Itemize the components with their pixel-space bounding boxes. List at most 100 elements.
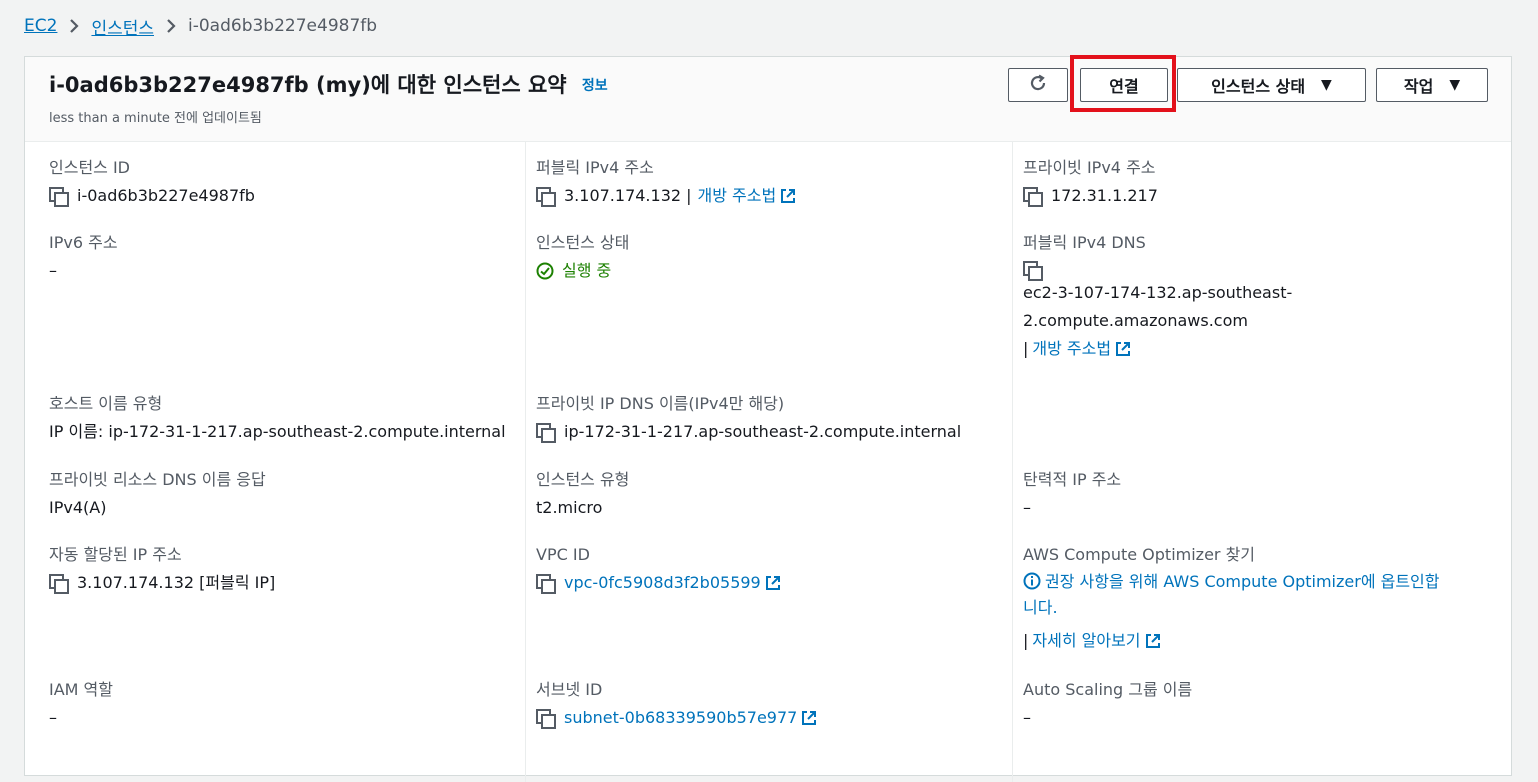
panel-header: i-0ad6b3b227e4987fb (my)에 대한 인스턴스 요약 정보 … bbox=[25, 55, 1511, 142]
copy-icon[interactable] bbox=[1023, 261, 1043, 281]
public-dns-link-row: | 개방 주소법 bbox=[1023, 335, 1493, 363]
field-vpc: VPC ID vpc-0fc5908d3f2b05599 bbox=[536, 545, 1006, 594]
separator-bar: | bbox=[1023, 631, 1029, 650]
iam-role-value: – bbox=[49, 708, 57, 727]
private-ipv4-label: 프라이빗 IPv4 주소 bbox=[1023, 158, 1156, 177]
external-link-icon bbox=[781, 189, 796, 203]
page-title: i-0ad6b3b227e4987fb (my)에 대한 인스턴스 요약 정보 bbox=[49, 69, 608, 99]
breadcrumb: EC2 인스턴스 i-0ad6b3b227e4987fb bbox=[24, 12, 377, 40]
vpc-label: VPC ID bbox=[536, 545, 590, 564]
instance-type-value: t2.micro bbox=[536, 498, 603, 517]
auto-ip-value: 3.107.174.132 [퍼블릭 IP] bbox=[77, 573, 276, 592]
instance-state-dropdown-label: 인스턴스 상태 bbox=[1211, 77, 1306, 96]
instance-id-value: i-0ad6b3b227e4987fb bbox=[77, 186, 255, 205]
details-grid: 인스턴스 ID i-0ad6b3b227e4987fb 퍼블릭 IPv4 주소 … bbox=[25, 142, 1511, 782]
hostname-type-label: 호스트 이름 유형 bbox=[49, 394, 163, 413]
copy-icon[interactable] bbox=[536, 423, 556, 443]
field-instance-state: 인스턴스 상태 실행 중 bbox=[536, 233, 1006, 281]
optimizer-text-a: 권장 사항을 위해 bbox=[1045, 572, 1164, 591]
subnet-row: subnet-0b68339590b57e977 bbox=[536, 708, 1006, 729]
copy-icon[interactable] bbox=[536, 187, 556, 207]
caret-down-icon: ▼ bbox=[1449, 77, 1461, 93]
copy-icon[interactable] bbox=[536, 709, 556, 729]
column-divider bbox=[1012, 142, 1013, 782]
public-dns-label: 퍼블릭 IPv4 DNS bbox=[1023, 233, 1146, 252]
copy-icon[interactable] bbox=[49, 187, 69, 207]
public-dns-line2: 2.compute.amazonaws.com bbox=[1023, 311, 1248, 330]
info-link[interactable]: 정보 bbox=[582, 78, 608, 94]
public-ipv4-value: 3.107.174.132 | bbox=[564, 186, 692, 205]
copy-icon[interactable] bbox=[49, 574, 69, 594]
learn-more-row: | 자세히 알아보기 bbox=[1023, 627, 1493, 655]
public-dns-open-address-link[interactable]: 개방 주소법 bbox=[1032, 335, 1111, 363]
external-link-icon bbox=[1145, 634, 1160, 648]
optimizer-text: 권장 사항을 위해 AWS Compute Optimizer에 옵트인합 니다… bbox=[1023, 569, 1493, 621]
field-hostname-type: 호스트 이름 유형 IP 이름: ip-172-31-1-217.ap-sout… bbox=[49, 394, 519, 442]
actions-dropdown[interactable]: 작업 ▼ bbox=[1376, 68, 1488, 102]
vpc-link[interactable]: vpc-0fc5908d3f2b05599 bbox=[564, 573, 761, 593]
field-public-ipv4: 퍼블릭 IPv4 주소 3.107.174.132 | 개방 주소법 bbox=[536, 158, 1006, 207]
external-link-icon bbox=[765, 576, 780, 590]
instance-state-value: 실행 중 bbox=[562, 261, 612, 280]
resource-dns-label: 프라이빗 리소스 DNS 이름 응답 bbox=[49, 470, 266, 489]
check-circle-icon bbox=[536, 262, 554, 280]
instance-state-label: 인스턴스 상태 bbox=[536, 233, 630, 252]
chevron-right-icon bbox=[69, 18, 79, 34]
instance-id-row: i-0ad6b3b227e4987fb bbox=[49, 186, 519, 207]
copy-icon[interactable] bbox=[536, 574, 556, 594]
field-auto-ip: 자동 할당된 IP 주소 3.107.174.132 [퍼블릭 IP] bbox=[49, 545, 519, 594]
vpc-row: vpc-0fc5908d3f2b05599 bbox=[536, 573, 1006, 594]
iam-role-label: IAM 역할 bbox=[49, 680, 113, 699]
refresh-button[interactable] bbox=[1008, 68, 1068, 102]
asg-label: Auto Scaling 그룹 이름 bbox=[1023, 680, 1193, 699]
field-compute-optimizer: AWS Compute Optimizer 찾기 권장 사항을 위해 AWS C… bbox=[1023, 545, 1493, 655]
field-resource-dns: 프라이빗 리소스 DNS 이름 응답 IPv4(A) bbox=[49, 470, 519, 518]
open-address-link[interactable]: 개방 주소법 bbox=[698, 186, 777, 206]
elastic-ip-value: – bbox=[1023, 498, 1031, 517]
private-ipv4-value: 172.31.1.217 bbox=[1051, 186, 1158, 205]
actions-dropdown-label: 작업 bbox=[1403, 77, 1434, 96]
breadcrumb-ec2[interactable]: EC2 bbox=[24, 16, 57, 36]
public-ipv4-label: 퍼블릭 IPv4 주소 bbox=[536, 158, 654, 177]
subnet-label: 서브넷 ID bbox=[536, 680, 603, 699]
public-ipv4-row: 3.107.174.132 | 개방 주소법 bbox=[536, 186, 1006, 207]
auto-ip-label: 자동 할당된 IP 주소 bbox=[49, 545, 182, 564]
page-title-text: i-0ad6b3b227e4987fb (my)에 대한 인스턴스 요약 bbox=[49, 73, 567, 97]
field-subnet: 서브넷 ID subnet-0b68339590b57e977 bbox=[536, 680, 1006, 729]
separator-bar: | bbox=[1023, 339, 1029, 358]
field-instance-id: 인스턴스 ID i-0ad6b3b227e4987fb bbox=[49, 158, 519, 207]
breadcrumb-current: i-0ad6b3b227e4987fb bbox=[188, 16, 378, 36]
instance-summary-panel: i-0ad6b3b227e4987fb (my)에 대한 인스턴스 요약 정보 … bbox=[24, 55, 1512, 782]
instance-type-label: 인스턴스 유형 bbox=[536, 470, 630, 489]
external-link-icon bbox=[802, 711, 817, 725]
copy-icon[interactable] bbox=[1023, 187, 1043, 207]
subnet-link[interactable]: subnet-0b68339590b57e977 bbox=[564, 708, 797, 728]
optimizer-label: AWS Compute Optimizer 찾기 bbox=[1023, 545, 1256, 564]
column-divider bbox=[525, 142, 526, 782]
private-dns-row: ip-172-31-1-217.ap-southeast-2.compute.i… bbox=[536, 422, 1006, 443]
breadcrumb-instances[interactable]: 인스턴스 bbox=[91, 14, 154, 39]
field-private-dns: 프라이빗 IP DNS 이름(IPv4만 해당) ip-172-31-1-217… bbox=[536, 394, 1006, 443]
info-icon bbox=[1023, 572, 1041, 590]
ipv6-label: IPv6 주소 bbox=[49, 233, 118, 252]
caret-down-icon: ▼ bbox=[1321, 77, 1332, 93]
connect-button[interactable]: 연결 bbox=[1080, 68, 1168, 102]
chevron-right-icon bbox=[166, 18, 176, 34]
field-asg: Auto Scaling 그룹 이름 – bbox=[1023, 680, 1493, 728]
public-dns-value: ec2-3-107-174-132.ap-southeast- 2.comput… bbox=[1023, 279, 1493, 363]
optimizer-text-b: 에 옵트인합 bbox=[1360, 572, 1440, 591]
field-instance-type: 인스턴스 유형 t2.micro bbox=[536, 470, 1006, 518]
auto-ip-row: 3.107.174.132 [퍼블릭 IP] bbox=[49, 573, 519, 594]
field-ipv6: IPv6 주소 – bbox=[49, 233, 519, 281]
field-private-ipv4: 프라이빗 IPv4 주소 172.31.1.217 bbox=[1023, 158, 1493, 207]
resource-dns-value: IPv4(A) bbox=[49, 498, 107, 517]
hostname-type-value: IP 이름: ip-172-31-1-217.ap-southeast-2.co… bbox=[49, 422, 506, 441]
instance-state-row: 실행 중 bbox=[536, 261, 1006, 281]
instance-id-label: 인스턴스 ID bbox=[49, 158, 131, 177]
learn-more-link[interactable]: 자세히 알아보기 bbox=[1032, 627, 1140, 655]
external-link-icon bbox=[1116, 342, 1131, 356]
instance-state-dropdown[interactable]: 인스턴스 상태 ▼ bbox=[1177, 68, 1366, 102]
private-dns-label: 프라이빗 IP DNS 이름(IPv4만 해당) bbox=[536, 394, 785, 413]
elastic-ip-label: 탄력적 IP 주소 bbox=[1023, 470, 1122, 489]
optimizer-link[interactable]: AWS Compute Optimizer bbox=[1163, 572, 1361, 591]
